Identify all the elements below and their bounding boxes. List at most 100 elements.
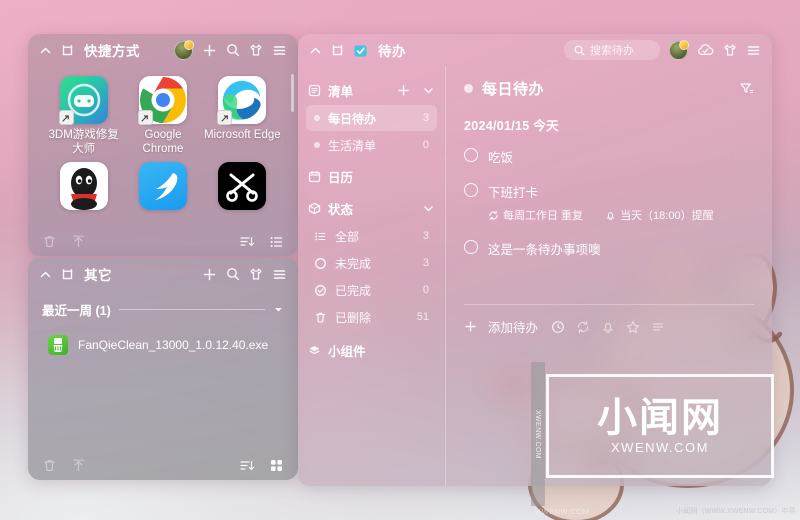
- other-bottom-bar: [28, 450, 298, 480]
- bell-icon[interactable]: [601, 320, 615, 334]
- app-item[interactable]: 3DM游戏修复大师: [44, 76, 123, 156]
- search-icon[interactable]: [226, 43, 240, 57]
- pin-icon[interactable]: [331, 44, 344, 57]
- list-dot-icon: [464, 84, 473, 93]
- avatar[interactable]: [174, 39, 194, 60]
- todo-item[interactable]: 下班打卡 每周工作日 重复 当天（18:00）提醒: [464, 182, 754, 223]
- sidebar-item-all[interactable]: 全部 3: [306, 223, 437, 249]
- shirt-icon[interactable]: [249, 267, 263, 281]
- sidebar-item-life-list[interactable]: 生活清单 0: [306, 132, 437, 158]
- chevron-up-icon[interactable]: [309, 44, 322, 57]
- todo-panel-title: 待办: [378, 44, 406, 59]
- plus-icon[interactable]: [202, 267, 217, 282]
- app-item[interactable]: Google Chrome: [123, 76, 202, 156]
- sidebar-item-label: 生活清单: [328, 138, 377, 153]
- page-title: 每日待办: [482, 81, 545, 98]
- todo-checkbox[interactable]: [464, 148, 478, 162]
- repeat-icon: [488, 210, 499, 221]
- hamburger-menu-icon[interactable]: [746, 43, 761, 58]
- sidebar-section-label: 清单: [328, 84, 354, 99]
- sidebar-item-calendar[interactable]: 日历: [298, 162, 445, 190]
- grid-view-icon[interactable]: [269, 458, 284, 473]
- add-todo-label: 添加待办: [488, 321, 539, 335]
- list-view-icon[interactable]: [269, 234, 284, 249]
- repeat-icon[interactable]: [576, 320, 590, 334]
- sidebar-item-daily-todo[interactable]: 每日待办 3: [306, 105, 437, 131]
- todo-reminder: 当天（18:00）提醒: [605, 207, 714, 223]
- todo-list-title-row: 每日待办: [464, 78, 754, 99]
- chevron-down-icon[interactable]: [422, 84, 435, 97]
- other-panel: 其它 最近一周 (1) FanQieClean_13000_1.0.12.40.…: [28, 258, 298, 480]
- list-item[interactable]: FanQieClean_13000_1.0.12.40.exe: [42, 331, 284, 359]
- shirt-icon[interactable]: [249, 43, 263, 57]
- chevron-down-icon[interactable]: [273, 304, 284, 315]
- upload-icon[interactable]: [71, 234, 86, 249]
- app-item[interactable]: 剪映: [203, 162, 282, 228]
- sidebar-section-lists[interactable]: 清单: [298, 76, 445, 104]
- app-label: Microsoft Edge: [203, 129, 281, 141]
- bell-icon: [605, 210, 616, 221]
- dingtalk-icon: [138, 162, 187, 210]
- app-label: 3DM游戏修复大师: [48, 129, 119, 155]
- star-icon[interactable]: [626, 320, 640, 334]
- list-dot-icon: [314, 142, 320, 148]
- search-input[interactable]: 搜索待办: [564, 40, 660, 60]
- shortcuts-panel-header: 快捷方式: [28, 34, 298, 66]
- todo-item[interactable]: 吃饭: [464, 147, 754, 166]
- sidebar-item-incomplete[interactable]: 未完成 3: [306, 250, 437, 276]
- sidebar-item-label: 已完成: [335, 283, 372, 298]
- todo-check-icon: [353, 43, 368, 58]
- watermark-strip-text: XWENW.COM: [534, 409, 542, 459]
- todo-checkbox[interactable]: [464, 240, 478, 254]
- chevron-up-icon[interactable]: [39, 268, 52, 281]
- upload-icon[interactable]: [71, 458, 86, 473]
- watermark: 小闻网 XWENW.COM: [546, 374, 774, 478]
- app-item[interactable]: Microsoft Edge: [203, 76, 282, 156]
- sidebar-section-status[interactable]: 状态: [298, 194, 445, 222]
- sort-icon[interactable]: [239, 458, 255, 473]
- add-todo-row[interactable]: 添加待办: [464, 304, 754, 336]
- widgets-icon: [308, 344, 321, 357]
- app-item[interactable]: QQ: [44, 162, 123, 228]
- sidebar-item-widgets[interactable]: 小组件: [298, 336, 445, 364]
- shirt-icon[interactable]: [723, 43, 737, 57]
- todo-item[interactable]: 这是一条待办事项噢: [464, 239, 754, 258]
- watermark-strip: XWENW.COM: [531, 362, 545, 506]
- watermark-en: XWENW.COM: [611, 439, 709, 455]
- pin-icon[interactable]: [61, 44, 74, 57]
- search-icon[interactable]: [226, 267, 240, 281]
- todo-repeat: 每周工作日 重复: [488, 207, 583, 223]
- plus-icon[interactable]: [464, 320, 477, 333]
- chevron-down-icon[interactable]: [422, 202, 435, 215]
- app-item[interactable]: 钉钉: [123, 162, 202, 228]
- hamburger-menu-icon[interactable]: [272, 267, 287, 282]
- shortcuts-scrollbar[interactable]: [291, 74, 294, 112]
- chevron-up-icon[interactable]: [39, 44, 52, 57]
- sidebar-item-deleted[interactable]: 已删除 51: [306, 304, 437, 330]
- shortcut-badge-icon: [217, 110, 233, 125]
- filter-icon[interactable]: [739, 81, 754, 96]
- shortcuts-app-grid: 3DM游戏修复大师 Google Chrome Microsoft Edge Q…: [28, 66, 298, 228]
- pin-icon[interactable]: [61, 268, 74, 281]
- cloud-sync-icon[interactable]: [697, 43, 714, 57]
- hamburger-menu-icon[interactable]: [272, 43, 287, 58]
- trash-icon: [314, 311, 327, 324]
- shortcuts-panel-title: 快捷方式: [84, 44, 140, 59]
- avatar[interactable]: [669, 39, 689, 60]
- date-group-header: 2024/01/15 今天: [464, 119, 559, 133]
- todo-meta: 每周工作日 重复 当天（18:00）提醒: [488, 207, 754, 223]
- 3dm-game-repair-icon: [58, 76, 108, 125]
- sidebar-item-label: 全部: [335, 229, 360, 244]
- list-icon[interactable]: [651, 320, 665, 334]
- sort-icon[interactable]: [239, 234, 255, 249]
- plus-icon[interactable]: [397, 84, 410, 97]
- sidebar-item-completed[interactable]: 已完成 0: [306, 277, 437, 303]
- plus-icon[interactable]: [202, 43, 217, 58]
- other-panel-title: 其它: [84, 268, 112, 283]
- trash-icon[interactable]: [42, 234, 57, 249]
- todo-checkbox[interactable]: [464, 183, 478, 197]
- clock-icon[interactable]: [551, 320, 565, 334]
- trash-icon[interactable]: [42, 458, 57, 473]
- file-group-header[interactable]: 最近一周 (1): [28, 290, 298, 319]
- status-cube-icon: [308, 202, 321, 215]
